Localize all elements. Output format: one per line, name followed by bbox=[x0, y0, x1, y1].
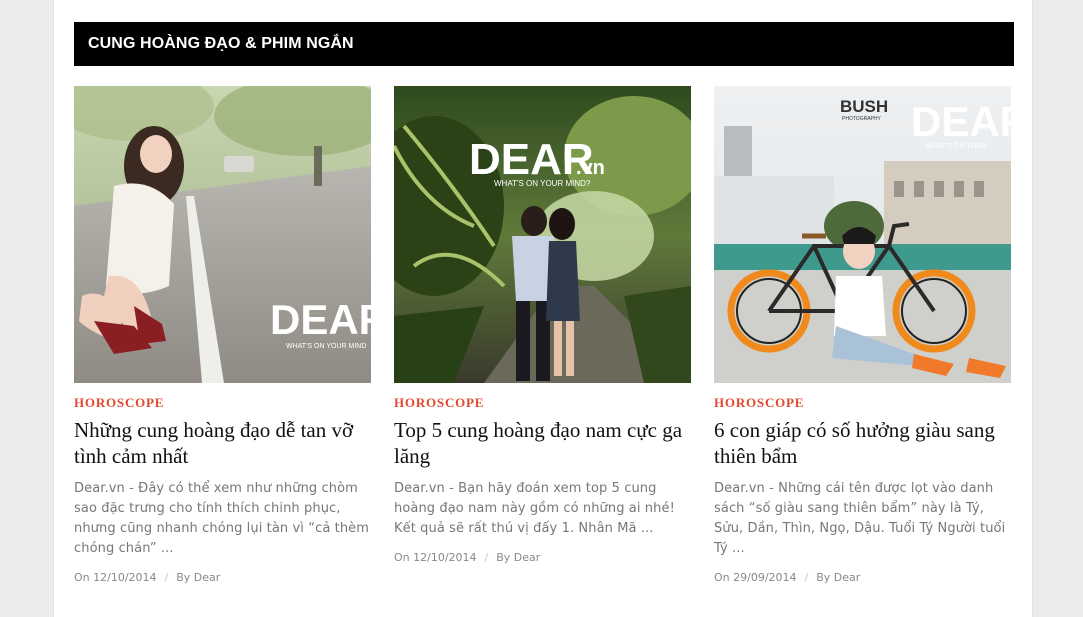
post-card: DEAR .vn WHAT'S ON YOUR MIND? HOROSCOPE … bbox=[394, 86, 691, 564]
post-thumbnail[interactable]: DEAR .vn WHAT'S ON YOUR MIND? bbox=[394, 86, 691, 383]
post-date: On 12/10/2014 bbox=[74, 571, 157, 584]
meta-separator: / bbox=[484, 551, 489, 564]
post-excerpt: Dear.vn - Đây có thể xem như những chòm … bbox=[74, 481, 370, 556]
post-excerpt: Dear.vn - Bạn hãy đoán xem top 5 cung ho… bbox=[394, 481, 675, 536]
post-title-link[interactable]: 6 con giáp có số hưởng giàu sang thiên b… bbox=[714, 417, 1011, 469]
post-date: On 29/09/2014 bbox=[714, 571, 797, 584]
post-meta: On 12/10/2014 / By Dear bbox=[74, 571, 371, 584]
section-title: CUNG HOÀNG ĐẠO & PHIM NGẮN bbox=[88, 35, 354, 52]
post-meta: On 12/10/2014 / By Dear bbox=[394, 551, 691, 564]
watermark-subtext: WHAT'S ON YOUR MIND bbox=[286, 343, 366, 350]
post-author-link[interactable]: By Dear bbox=[176, 571, 220, 584]
post-date: On 12/10/2014 bbox=[394, 551, 477, 564]
watermark-suffix: .vn bbox=[576, 157, 605, 179]
post-image: DEAR WHAT'S ON YOUR MIND bbox=[74, 86, 371, 383]
post-card: BUSH PHOTOGRAPHY DEAR WHAT'S ON YOUR HOR… bbox=[714, 86, 1011, 584]
watermark-subtext: WHAT'S ON YOUR bbox=[926, 143, 987, 150]
post-title-link[interactable]: Những cung hoàng đạo dễ tan vỡ tình cảm … bbox=[74, 417, 371, 469]
meta-separator: / bbox=[804, 571, 809, 584]
post-card: DEAR WHAT'S ON YOUR MIND HOROSCOPE Những… bbox=[74, 86, 371, 584]
brand-text: BUSH bbox=[840, 97, 888, 116]
watermark-text: DEAR bbox=[911, 98, 1011, 145]
post-thumbnail[interactable]: BUSH PHOTOGRAPHY DEAR WHAT'S ON YOUR bbox=[714, 86, 1011, 383]
post-meta: On 29/09/2014 / By Dear bbox=[714, 571, 1011, 584]
post-category-link[interactable]: HOROSCOPE bbox=[394, 395, 691, 411]
content-area: CUNG HOÀNG ĐẠO & PHIM NGẮN DEA WHAT'S ON… bbox=[53, 0, 1033, 617]
post-thumbnail[interactable]: DEAR WHAT'S ON YOUR MIND bbox=[74, 86, 371, 383]
post-author-link[interactable]: By Dear bbox=[816, 571, 860, 584]
meta-separator: / bbox=[164, 571, 169, 584]
post-category-link[interactable]: HOROSCOPE bbox=[714, 395, 1011, 411]
post-title-link[interactable]: Top 5 cung hoàng đạo nam cực ga lăng bbox=[394, 417, 691, 469]
watermark-text: DEAR bbox=[270, 296, 371, 343]
post-image: DEAR .vn WHAT'S ON YOUR MIND? bbox=[394, 86, 691, 383]
post-author-link[interactable]: By Dear bbox=[496, 551, 540, 564]
section-header: CUNG HOÀNG ĐẠO & PHIM NGẮN bbox=[74, 22, 1014, 66]
watermark-subtext: WHAT'S ON YOUR MIND? bbox=[494, 179, 591, 188]
post-excerpt: Dear.vn - Những cái tên được lọt vào dan… bbox=[714, 481, 1006, 556]
watermark-text: DEAR bbox=[469, 135, 594, 184]
post-image: BUSH PHOTOGRAPHY DEAR WHAT'S ON YOUR bbox=[714, 86, 1011, 383]
brand-subtext: PHOTOGRAPHY bbox=[842, 116, 881, 122]
post-category-link[interactable]: HOROSCOPE bbox=[74, 395, 371, 411]
